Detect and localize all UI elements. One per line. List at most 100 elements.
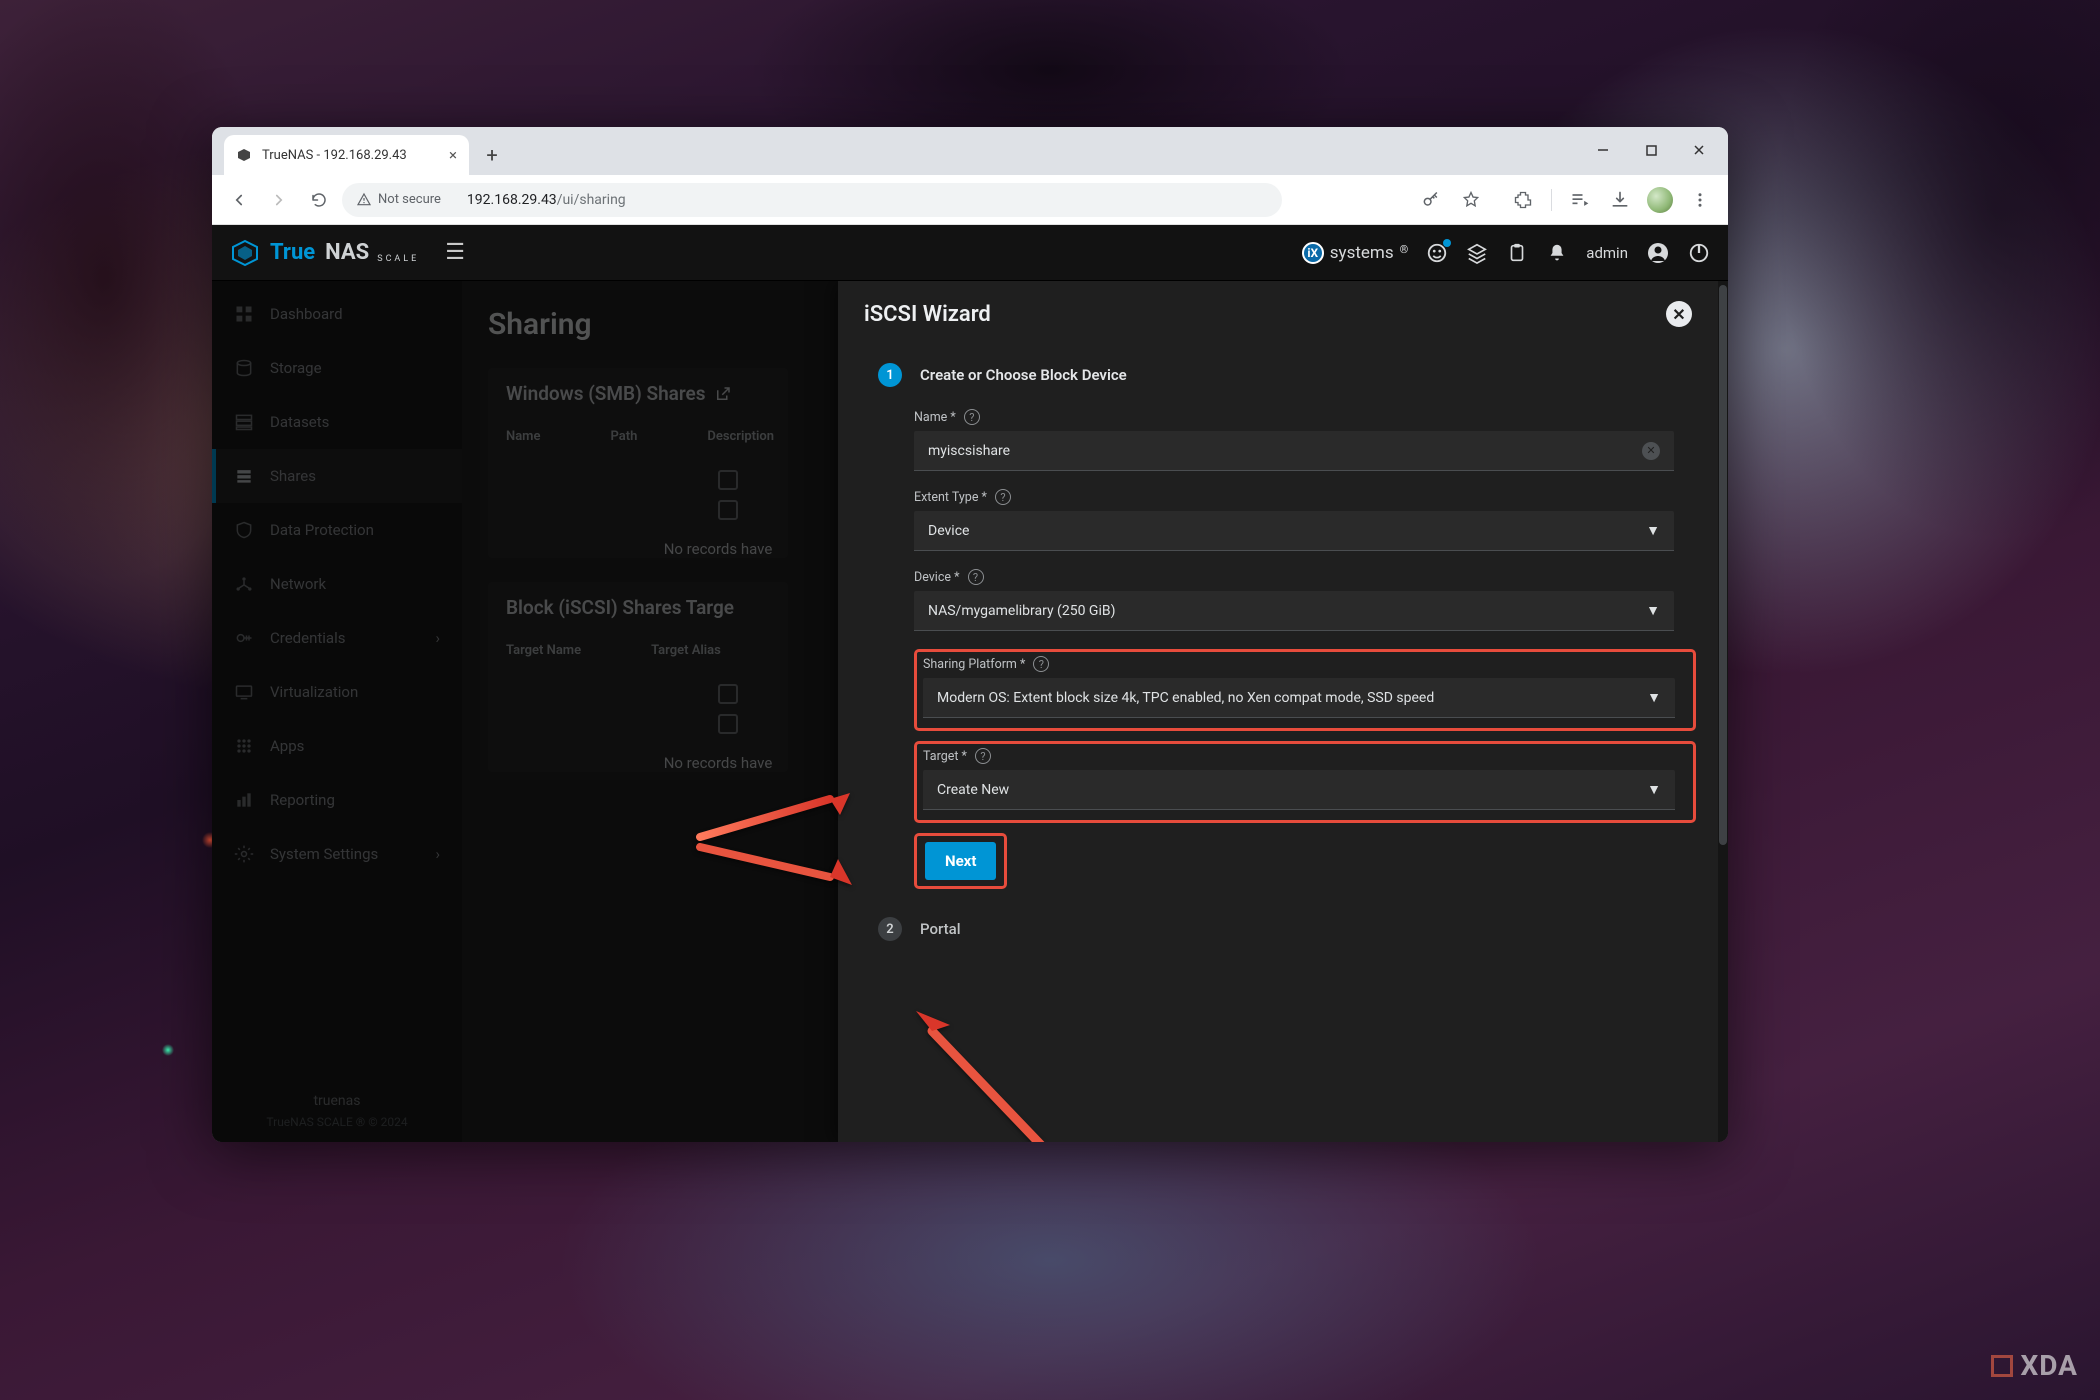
help-icon[interactable]: ?	[1033, 656, 1049, 672]
download-icon[interactable]	[1602, 182, 1638, 218]
caret-down-icon: ▼	[1646, 602, 1660, 619]
highlight-box-target: Target *? Create New▼	[914, 741, 1696, 823]
clipboard-icon[interactable]	[1506, 242, 1528, 264]
no-records-text: No records have	[488, 530, 788, 558]
checkbox[interactable]	[718, 714, 738, 734]
extensions-icon[interactable]	[1505, 182, 1541, 218]
scrollbar[interactable]	[1718, 281, 1728, 1142]
app-header: TrueNAS SCALE ☰ iX systems ® admin	[212, 225, 1728, 281]
caret-down-icon: ▼	[1646, 522, 1660, 539]
sidebar-item-system-settings[interactable]: System Settings›	[212, 827, 462, 881]
sidebar-item-data-protection[interactable]: Data Protection	[212, 503, 462, 557]
status-icon[interactable]	[1426, 242, 1448, 264]
truenas-app: TrueNAS SCALE ☰ iX systems ® admin	[212, 225, 1728, 1142]
browser-tab[interactable]: TrueNAS - 192.168.29.43 ×	[224, 135, 469, 175]
bell-icon[interactable]	[1546, 242, 1568, 264]
sidebar-item-shares[interactable]: Shares	[212, 449, 462, 503]
back-button[interactable]	[222, 183, 256, 217]
xda-watermark: XDA	[1991, 1349, 2079, 1382]
power-icon[interactable]	[1688, 242, 1710, 264]
reload-button[interactable]	[302, 183, 336, 217]
profile-avatar[interactable]	[1642, 182, 1678, 218]
checkbox[interactable]	[718, 684, 738, 704]
sharing-platform-field: Sharing Platform *? Modern OS: Extent bl…	[923, 656, 1687, 718]
address-bar[interactable]: Not secure 192.168.29.43/ui/sharing	[342, 183, 1282, 217]
key-icon[interactable]	[1413, 182, 1449, 218]
extent-type-field: Extent Type *? Device▼	[914, 489, 1692, 551]
external-link-icon[interactable]	[714, 385, 732, 403]
layers-icon[interactable]	[1466, 242, 1488, 264]
device-field: Device *? NAS/mygamelibrary (250 GiB)▼	[914, 569, 1692, 631]
new-tab-button[interactable]: +	[477, 140, 507, 170]
scrollbar-thumb[interactable]	[1719, 285, 1727, 845]
sidebar-item-network[interactable]: Network	[212, 557, 462, 611]
checkbox[interactable]	[718, 500, 738, 520]
smb-card-title: Windows (SMB) Shares	[488, 368, 788, 419]
security-indicator[interactable]: Not secure	[356, 192, 441, 208]
bookmark-star-icon[interactable]	[1453, 182, 1489, 218]
logo-mark-icon	[230, 238, 260, 268]
tab-close-icon[interactable]: ×	[449, 146, 457, 164]
help-icon[interactable]: ?	[975, 748, 991, 764]
kebab-menu-icon[interactable]	[1682, 182, 1718, 218]
iscsi-card-title: Block (iSCSI) Shares Targe	[488, 582, 788, 633]
ixsystems-link[interactable]: iX systems ®	[1302, 242, 1409, 264]
minimize-icon[interactable]	[1580, 133, 1626, 167]
user-icon[interactable]	[1646, 241, 1670, 265]
sidebar-item-credentials[interactable]: Credentials›	[212, 611, 462, 665]
highlight-box-next: Next	[914, 833, 1007, 889]
xda-logo-icon	[1991, 1355, 2013, 1377]
step-number: 2	[878, 917, 902, 941]
name-input[interactable]: myiscsishare✕	[914, 431, 1674, 471]
sidebar-item-storage[interactable]: Storage	[212, 341, 462, 395]
clear-icon[interactable]: ✕	[1642, 442, 1660, 460]
highlight-box-platform: Sharing Platform *? Modern OS: Extent bl…	[914, 649, 1696, 731]
app-main: Dashboard Storage Datasets Shares Data P…	[212, 281, 1728, 1142]
sidebar-item-virtualization[interactable]: Virtualization	[212, 665, 462, 719]
target-select[interactable]: Create New▼	[923, 770, 1675, 810]
panel-title: iSCSI Wizard	[864, 302, 991, 327]
truenas-favicon	[236, 147, 252, 163]
hamburger-icon[interactable]: ☰	[445, 240, 465, 265]
device-select[interactable]: NAS/mygamelibrary (250 GiB)▼	[914, 591, 1674, 631]
extent-type-select[interactable]: Device▼	[914, 511, 1674, 551]
annotation-arrow-3	[902, 1001, 1062, 1142]
browser-tabbar: TrueNAS - 192.168.29.43 × +	[212, 127, 1728, 175]
annotation-arrow-2	[690, 837, 860, 897]
forward-button[interactable]	[262, 183, 296, 217]
ix-badge-icon: iX	[1302, 242, 1324, 264]
sidebar-item-dashboard[interactable]: Dashboard	[212, 287, 462, 341]
help-icon[interactable]: ?	[968, 569, 984, 585]
chevron-right-icon: ›	[435, 629, 440, 647]
user-label: admin	[1586, 244, 1628, 262]
window-close-icon[interactable]	[1676, 133, 1722, 167]
sidebar-footer: truenas TrueNAS SCALE ® © 2024	[212, 1090, 462, 1132]
no-records-text: No records have	[488, 744, 788, 772]
browser-window: TrueNAS - 192.168.29.43 × + Not secure 1…	[212, 127, 1728, 1142]
caret-down-icon: ▼	[1647, 689, 1661, 706]
caret-down-icon: ▼	[1647, 781, 1661, 798]
step-1: 1 Create or Choose Block Device	[864, 353, 1692, 409]
help-icon[interactable]: ?	[964, 409, 980, 425]
name-field: Name *? myiscsishare✕	[914, 409, 1692, 471]
step-number: 1	[878, 363, 902, 387]
help-icon[interactable]: ?	[995, 489, 1011, 505]
sidebar-item-datasets[interactable]: Datasets	[212, 395, 462, 449]
close-button[interactable]: ✕	[1666, 301, 1692, 327]
playlist-icon[interactable]	[1562, 182, 1598, 218]
checkbox[interactable]	[718, 470, 738, 490]
tab-title: TrueNAS - 192.168.29.43	[262, 148, 407, 163]
sidebar-item-reporting[interactable]: Reporting	[212, 773, 462, 827]
maximize-icon[interactable]	[1628, 133, 1674, 167]
truenas-logo[interactable]: TrueNAS SCALE	[230, 238, 419, 268]
chevron-right-icon: ›	[435, 845, 440, 863]
smb-card: Windows (SMB) Shares NamePathDescription…	[488, 368, 788, 558]
browser-toolbar: Not secure 192.168.29.43/ui/sharing	[212, 175, 1728, 225]
smb-table-header: NamePathDescription	[488, 419, 788, 466]
sidebar-item-apps[interactable]: Apps	[212, 719, 462, 773]
target-field: Target *? Create New▼	[923, 748, 1687, 810]
sharing-platform-select[interactable]: Modern OS: Extent block size 4k, TPC ena…	[923, 678, 1675, 718]
step-2[interactable]: 2 Portal	[864, 889, 1692, 963]
iscsi-table-header: Target NameTarget Alias	[488, 633, 788, 680]
next-button[interactable]: Next	[925, 842, 996, 880]
